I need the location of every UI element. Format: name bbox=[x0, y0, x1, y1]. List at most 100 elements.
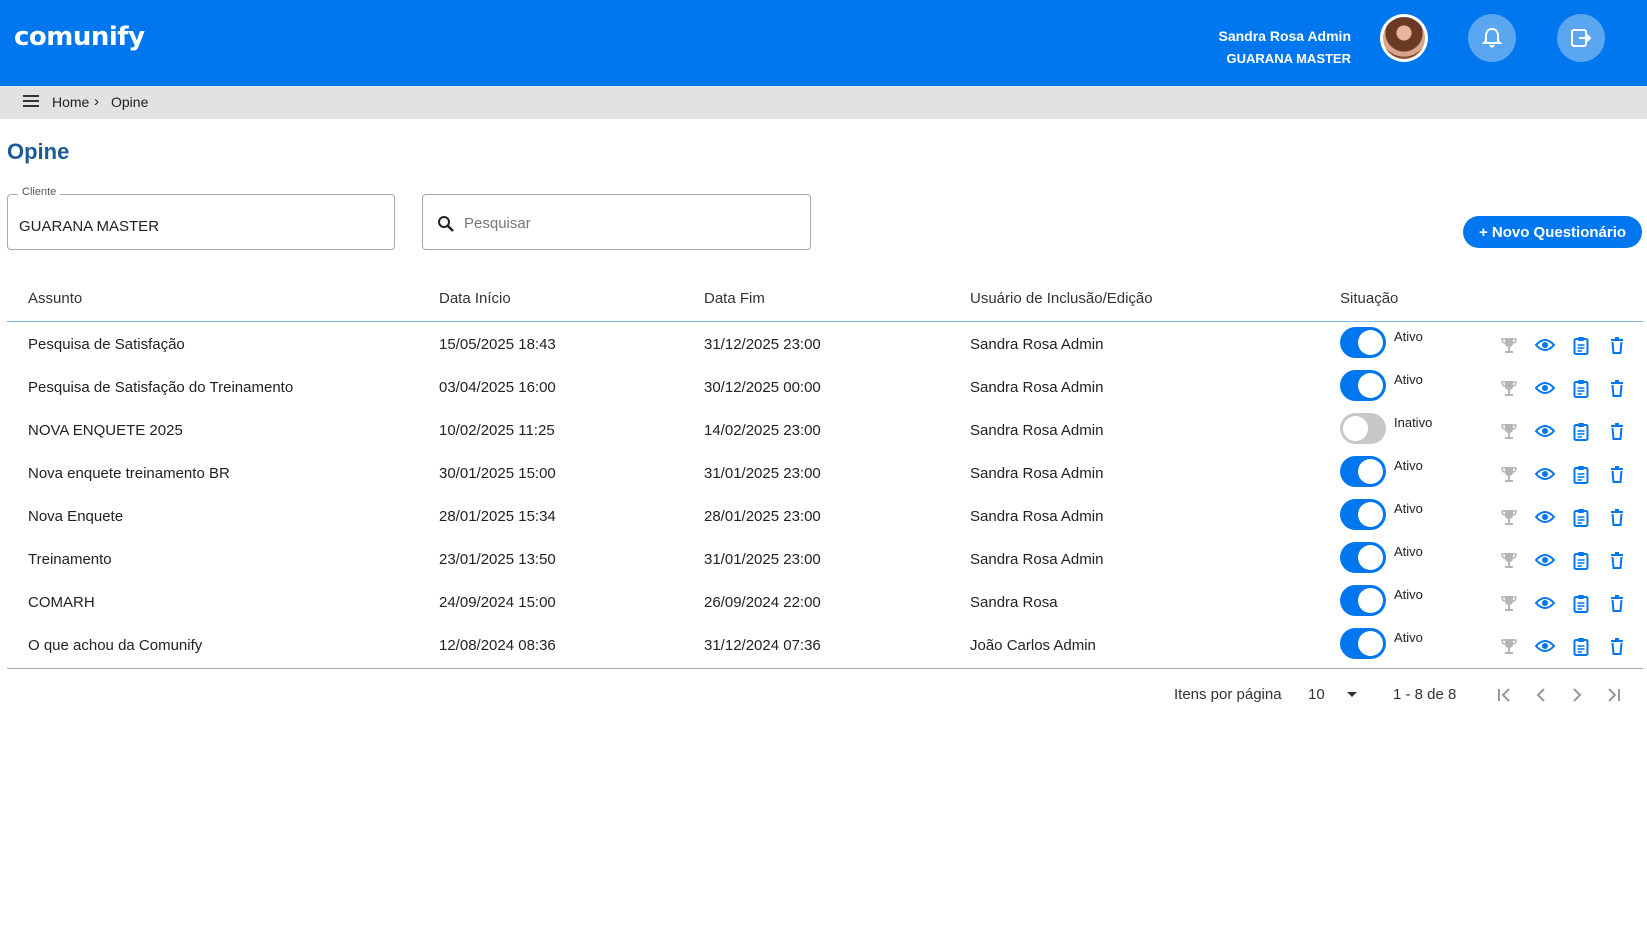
status-toggle[interactable] bbox=[1340, 327, 1386, 358]
breadcrumb-home[interactable]: Home bbox=[52, 94, 89, 110]
table-row[interactable]: Pesquisa de Satisfação 15/05/2025 18:43 31… bbox=[7, 322, 1643, 365]
eye-icon[interactable] bbox=[1535, 550, 1555, 570]
clipboard-icon[interactable] bbox=[1571, 550, 1591, 570]
items-per-page-select[interactable]: 10 bbox=[1308, 686, 1325, 703]
status-toggle[interactable] bbox=[1340, 370, 1386, 401]
trophy-icon[interactable] bbox=[1499, 636, 1519, 656]
clipboard-icon[interactable] bbox=[1571, 464, 1591, 484]
eye-icon[interactable] bbox=[1535, 335, 1555, 355]
eye-icon[interactable] bbox=[1535, 636, 1555, 656]
clipboard-icon[interactable] bbox=[1571, 593, 1591, 613]
eye-icon[interactable] bbox=[1535, 593, 1555, 613]
row-start-date: 10/02/2025 11:25 bbox=[439, 422, 555, 439]
status-label: Ativo bbox=[1394, 630, 1423, 645]
search-field[interactable] bbox=[422, 194, 811, 250]
trophy-icon[interactable] bbox=[1499, 421, 1519, 441]
table-row[interactable]: Nova enquete treinamento BR 30/01/2025 15… bbox=[7, 451, 1643, 494]
page-range: 1 - 8 de 8 bbox=[1393, 686, 1457, 703]
search-icon bbox=[438, 216, 454, 232]
trash-icon[interactable] bbox=[1607, 593, 1627, 613]
status-toggle[interactable] bbox=[1340, 585, 1386, 616]
caret-down-icon[interactable] bbox=[1347, 692, 1357, 697]
last-page-button[interactable] bbox=[1602, 684, 1624, 706]
trash-icon[interactable] bbox=[1607, 550, 1627, 570]
clipboard-icon[interactable] bbox=[1571, 636, 1591, 656]
clipboard-icon[interactable] bbox=[1571, 335, 1591, 355]
trash-icon[interactable] bbox=[1607, 507, 1627, 527]
toggle-knob bbox=[1358, 373, 1383, 398]
row-user: Sandra Rosa Admin bbox=[970, 508, 1104, 525]
search-input[interactable] bbox=[464, 210, 784, 236]
app-logo[interactable]: comunify bbox=[14, 22, 145, 52]
col-status-header[interactable]: Situação bbox=[1340, 290, 1398, 307]
status-toggle[interactable] bbox=[1340, 628, 1386, 659]
row-subject: Pesquisa de Satisfação do Treinamento bbox=[28, 379, 294, 396]
prev-page-button[interactable] bbox=[1530, 684, 1552, 706]
client-select[interactable]: Cliente GUARANA MASTER bbox=[7, 186, 395, 250]
eye-icon[interactable] bbox=[1535, 378, 1555, 398]
avatar[interactable] bbox=[1380, 14, 1428, 62]
trophy-icon[interactable] bbox=[1499, 378, 1519, 398]
trophy-icon[interactable] bbox=[1499, 593, 1519, 613]
page-title: Opine bbox=[7, 139, 70, 164]
table-row[interactable]: NOVA ENQUETE 2025 10/02/2025 11:25 14/02/2… bbox=[7, 408, 1643, 451]
row-subject: O que achou da Comunify bbox=[28, 637, 203, 654]
row-end-date: 31/01/2025 23:00 bbox=[704, 551, 821, 568]
table-row[interactable]: Treinamento 23/01/2025 13:50 31/01/2025 23… bbox=[7, 537, 1643, 580]
row-start-date: 12/08/2024 08:36 bbox=[439, 637, 556, 654]
top-app-bar: comunify Sandra Rosa Admin GUARANA MASTE… bbox=[0, 0, 1647, 86]
avatar-image bbox=[1383, 17, 1425, 59]
status-toggle[interactable] bbox=[1340, 542, 1386, 573]
row-start-date: 30/01/2025 15:00 bbox=[439, 465, 556, 482]
clipboard-icon[interactable] bbox=[1571, 378, 1591, 398]
trash-icon[interactable] bbox=[1607, 335, 1627, 355]
status-toggle[interactable] bbox=[1340, 413, 1386, 444]
user-company: GUARANA MASTER bbox=[1226, 51, 1351, 66]
menu-icon[interactable] bbox=[23, 95, 39, 109]
row-start-date: 23/01/2025 13:50 bbox=[439, 551, 556, 568]
row-user: Sandra Rosa Admin bbox=[970, 465, 1104, 482]
new-questionnaire-button[interactable]: + Novo Questionário bbox=[1463, 216, 1642, 248]
toggle-knob bbox=[1358, 631, 1383, 656]
row-user: Sandra Rosa Admin bbox=[970, 379, 1104, 396]
table-row[interactable]: Pesquisa de Satisfação do Treinamento 03/… bbox=[7, 365, 1643, 408]
next-page-button[interactable] bbox=[1566, 684, 1588, 706]
trophy-icon[interactable] bbox=[1499, 507, 1519, 527]
row-end-date: 31/12/2024 07:36 bbox=[704, 637, 821, 654]
notifications-button[interactable] bbox=[1468, 14, 1516, 62]
status-toggle[interactable] bbox=[1340, 456, 1386, 487]
eye-icon[interactable] bbox=[1535, 464, 1555, 484]
col-user-header[interactable]: Usuário de Inclusão/Edição bbox=[970, 290, 1153, 307]
col-start-header[interactable]: Data Início bbox=[439, 290, 511, 307]
row-end-date: 31/12/2025 23:00 bbox=[704, 336, 821, 353]
eye-icon[interactable] bbox=[1535, 421, 1555, 441]
table-row[interactable]: O que achou da Comunify 12/08/2024 08:36 3… bbox=[7, 623, 1643, 666]
trash-icon[interactable] bbox=[1607, 421, 1627, 441]
trophy-icon[interactable] bbox=[1499, 464, 1519, 484]
eye-icon[interactable] bbox=[1535, 507, 1555, 527]
col-end-header[interactable]: Data Fim bbox=[704, 290, 765, 307]
breadcrumb: Home › Opine bbox=[0, 86, 1647, 119]
row-end-date: 26/09/2024 22:00 bbox=[704, 594, 821, 611]
clipboard-icon[interactable] bbox=[1571, 421, 1591, 441]
table-row[interactable]: COMARH 24/09/2024 15:00 26/09/2024 22:00 Sa… bbox=[7, 580, 1643, 623]
row-user: João Carlos Admin bbox=[970, 637, 1096, 654]
clipboard-icon[interactable] bbox=[1571, 507, 1591, 527]
first-page-button[interactable] bbox=[1494, 684, 1516, 706]
row-end-date: 14/02/2025 23:00 bbox=[704, 422, 821, 439]
trophy-icon[interactable] bbox=[1499, 550, 1519, 570]
trash-icon[interactable] bbox=[1607, 378, 1627, 398]
logout-button[interactable] bbox=[1557, 14, 1605, 62]
chevron-left-icon bbox=[1536, 688, 1545, 702]
status-label: Ativo bbox=[1394, 329, 1423, 344]
status-label: Ativo bbox=[1394, 587, 1423, 602]
trash-icon[interactable] bbox=[1607, 464, 1627, 484]
toggle-knob bbox=[1358, 545, 1383, 570]
status-toggle[interactable] bbox=[1340, 499, 1386, 530]
toggle-knob bbox=[1358, 588, 1383, 613]
col-subject-header[interactable]: Assunto bbox=[28, 290, 82, 307]
trophy-icon[interactable] bbox=[1499, 335, 1519, 355]
chevron-right-icon bbox=[1573, 688, 1582, 702]
table-row[interactable]: Nova Enquete 28/01/2025 15:34 28/01/2025 2… bbox=[7, 494, 1643, 537]
trash-icon[interactable] bbox=[1607, 636, 1627, 656]
